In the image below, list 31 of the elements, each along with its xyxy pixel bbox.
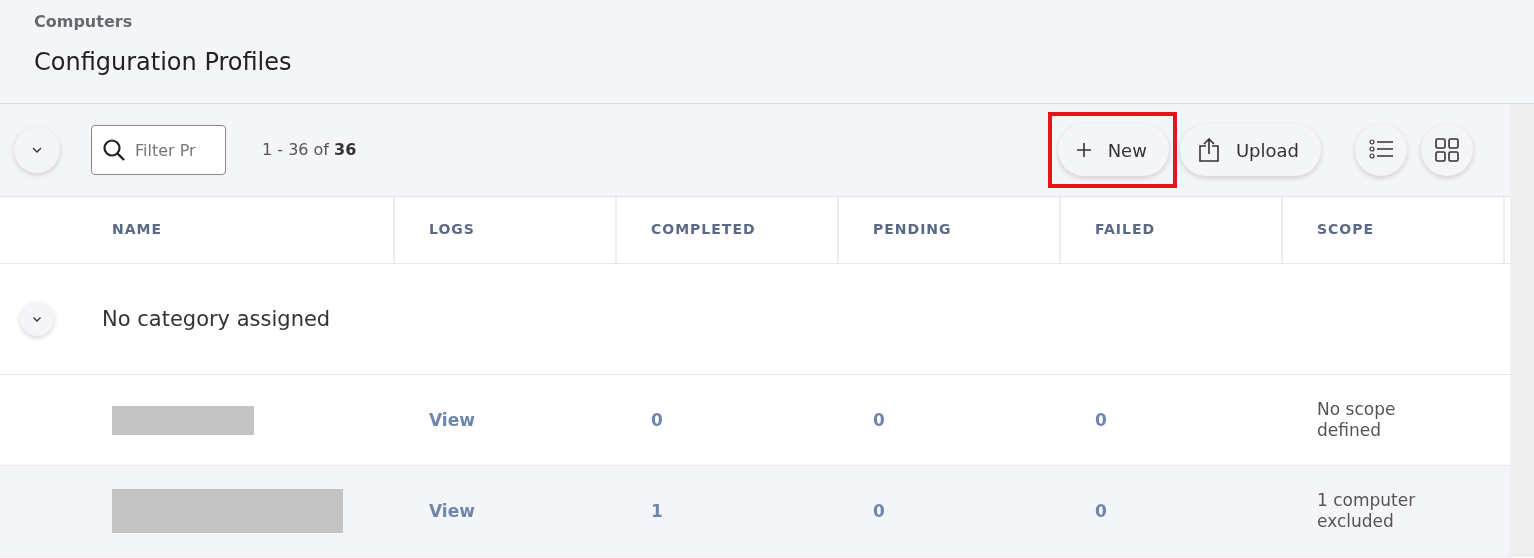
column-header[interactable]: FAILED [1061,197,1283,263]
column-header[interactable]: COMPLETED [617,197,839,263]
chevron-down-icon [32,315,42,323]
count-link[interactable]: 0 [651,410,663,430]
grid-view-button[interactable] [1421,124,1473,176]
result-count: 1 - 36 of 36 [262,140,357,159]
upload-button[interactable]: Upload [1179,124,1321,176]
plus-icon [1075,142,1092,158]
column-header[interactable]: LOGS [395,197,617,263]
count-link[interactable]: 0 [873,410,885,430]
column-header[interactable]: PENDING [839,197,1061,263]
chevron-down-icon [31,146,43,154]
count-link[interactable]: 0 [1095,501,1107,521]
breadcrumb[interactable]: Computers [34,0,1500,36]
page-title: Configuration Profiles [34,48,293,76]
view-link[interactable]: View [429,410,475,430]
column-header[interactable]: SCOPE [1283,197,1505,263]
count-link[interactable]: 0 [1095,410,1107,430]
list-icon [1368,138,1394,162]
share-icon [1197,138,1220,162]
grid-icon [1434,138,1460,162]
scope-text: No scope defined [1317,399,1397,441]
category-label: No category assigned [102,307,331,331]
count-link[interactable]: 1 [651,501,663,521]
view-link[interactable]: View [429,501,475,521]
column-header[interactable]: NAME [0,197,395,263]
filter-field[interactable]: Filter Pr [91,125,226,175]
new-button[interactable]: New [1057,124,1169,176]
scope-text: 1 computer excluded [1317,490,1417,532]
list-view-button[interactable] [1355,124,1407,176]
count-link[interactable]: 0 [873,501,885,521]
